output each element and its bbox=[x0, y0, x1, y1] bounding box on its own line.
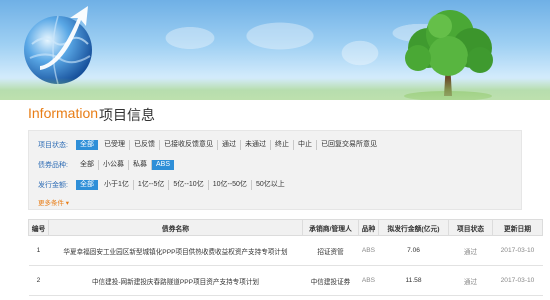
cell-name[interactable]: 华夏幸福固安工业园区新型城镇化PPP项目供热收费收益权资产支持专项计划 bbox=[48, 235, 303, 266]
cell-amount: 7.06 bbox=[378, 235, 449, 266]
filter-label: 债券品种: bbox=[38, 162, 68, 169]
filter-option[interactable]: 通过 bbox=[218, 140, 241, 150]
filter-option[interactable]: 已接收反馈意见 bbox=[160, 140, 218, 150]
filter-option[interactable]: 1亿--5亿 bbox=[134, 180, 170, 190]
cell-status: 通过 bbox=[448, 235, 493, 266]
grass-graphic bbox=[0, 78, 550, 100]
col-header-type[interactable]: 品种 bbox=[358, 219, 379, 236]
filter-option[interactable]: 10亿--50亿 bbox=[209, 180, 252, 190]
col-header-date[interactable]: 更新日期 bbox=[492, 219, 543, 236]
cell-no: 1 bbox=[28, 235, 49, 266]
col-header-underwriter[interactable]: 承销商/管理人 bbox=[302, 219, 359, 236]
project-table: 编号 债券名称 承销商/管理人 品种 拟发行金额(亿元) 项目状态 更新日期 1… bbox=[28, 219, 543, 296]
page-title-en: Information bbox=[28, 105, 99, 121]
cell-underwriter: 招证资管 bbox=[302, 235, 359, 266]
filter-label: 发行金额: bbox=[38, 182, 68, 189]
cell-no: 2 bbox=[28, 265, 49, 296]
filter-panel: 项目状态: 全部 已受理 已反馈 已接收反馈意见 通过 未通过 终止 中止 已回… bbox=[28, 130, 522, 210]
header-banner bbox=[0, 0, 550, 100]
filter-option[interactable]: 私募 bbox=[129, 160, 152, 170]
cell-status: 通过 bbox=[448, 265, 493, 296]
col-header-status[interactable]: 项目状态 bbox=[448, 219, 493, 236]
filter-row-amount: 发行金额: 全部 小于1亿 1亿--5亿 5亿--10亿 10亿--50亿 50… bbox=[38, 179, 289, 191]
table-header-row: 编号 债券名称 承销商/管理人 品种 拟发行金额(亿元) 项目状态 更新日期 bbox=[28, 219, 543, 236]
filter-option[interactable]: ABS bbox=[152, 160, 175, 170]
col-header-no[interactable]: 编号 bbox=[28, 219, 49, 236]
table-row[interactable]: 1 华夏幸福固安工业园区新型城镇化PPP项目供热收费收益权资产支持专项计划 招证… bbox=[28, 235, 543, 266]
filter-row-status: 项目状态: 全部 已受理 已反馈 已接收反馈意见 通过 未通过 终止 中止 已回… bbox=[38, 139, 381, 151]
cell-type: ABS bbox=[358, 235, 379, 266]
filter-option[interactable]: 小于1亿 bbox=[100, 180, 134, 190]
page-title-cn: 项目信息 bbox=[99, 107, 155, 123]
cell-date: 2017-03-10 bbox=[492, 265, 543, 296]
filter-option[interactable]: 已受理 bbox=[100, 140, 130, 150]
filter-option[interactable]: 全部 bbox=[76, 140, 98, 150]
filter-option[interactable]: 终止 bbox=[271, 140, 294, 150]
filter-option[interactable]: 已反馈 bbox=[130, 140, 160, 150]
cell-underwriter: 中信建投证券 bbox=[302, 265, 359, 296]
table-row[interactable]: 2 中信建投-网新建投庆春路隧道PPP项目资产支持专项计划 中信建投证券 ABS… bbox=[28, 265, 543, 296]
filter-row-bond-type: 债券品种: 全部 小公募 私募 ABS bbox=[38, 159, 176, 171]
cell-date: 2017-03-10 bbox=[492, 235, 543, 266]
filter-label: 项目状态: bbox=[38, 142, 68, 149]
filter-option[interactable]: 全部 bbox=[76, 180, 98, 190]
filter-option[interactable]: 全部 bbox=[76, 160, 99, 170]
filter-option[interactable]: 5亿--10亿 bbox=[169, 180, 209, 190]
filter-option[interactable]: 未通过 bbox=[241, 140, 271, 150]
filter-option[interactable]: 50亿以上 bbox=[252, 180, 289, 190]
cell-type: ABS bbox=[358, 265, 379, 296]
col-header-name[interactable]: 债券名称 bbox=[48, 219, 303, 236]
filter-option[interactable]: 中止 bbox=[294, 140, 317, 150]
filter-option[interactable]: 已回复交易所意见 bbox=[317, 140, 381, 150]
col-header-amount[interactable]: 拟发行金额(亿元) bbox=[378, 219, 449, 236]
filter-option[interactable]: 小公募 bbox=[99, 160, 129, 170]
more-conditions-link[interactable]: 更多条件 ▾ bbox=[38, 197, 69, 207]
cell-name[interactable]: 中信建投-网新建投庆春路隧道PPP项目资产支持专项计划 bbox=[48, 265, 303, 296]
cell-amount: 11.58 bbox=[378, 265, 449, 296]
